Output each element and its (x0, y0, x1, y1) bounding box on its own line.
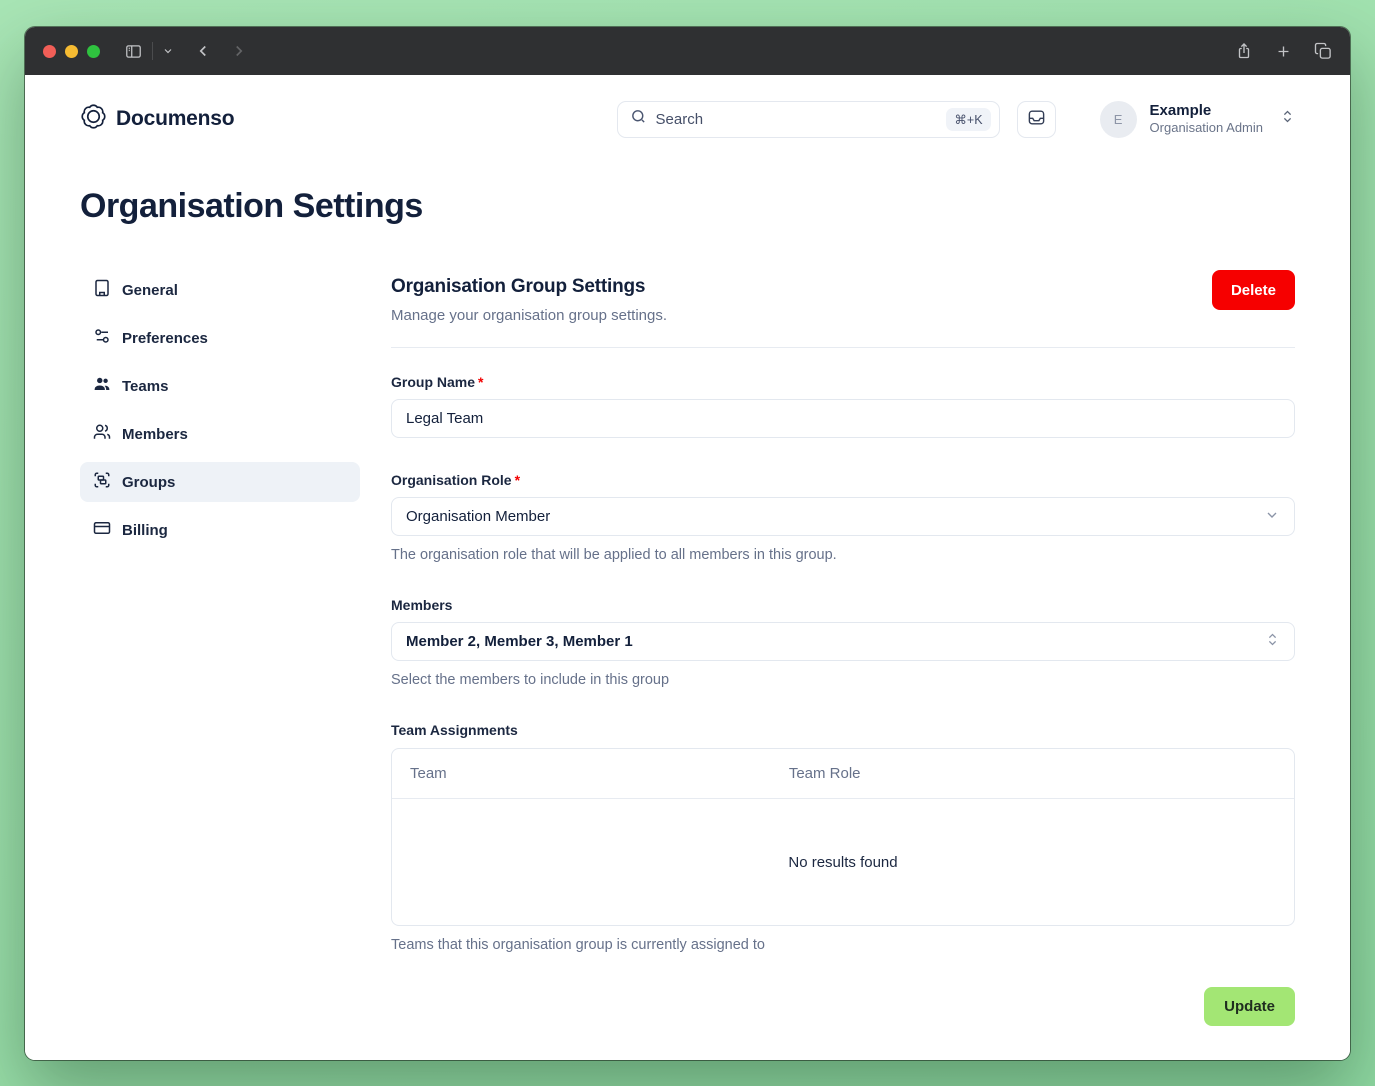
page-content: Documenso ⌘+K E Example (25, 75, 1350, 1060)
organisation-role-field: Organisation Role* Organisation Member T… (391, 472, 1295, 563)
organisation-role-value: Organisation Member (406, 508, 550, 525)
panel-subtitle: Manage your organisation group settings. (391, 307, 667, 324)
browser-window: Documenso ⌘+K E Example (25, 27, 1350, 1060)
chevrons-up-down-icon (1280, 109, 1295, 129)
update-button[interactable]: Update (1204, 987, 1295, 1026)
search-input[interactable] (656, 111, 947, 128)
group-name-field: Group Name* (391, 374, 1295, 438)
organisation-role-hint: The organisation role that will be appli… (391, 547, 1295, 563)
close-button[interactable] (43, 45, 56, 58)
sidebar-item-label: Groups (122, 474, 175, 491)
required-asterisk: * (478, 374, 483, 390)
group-name-input[interactable] (391, 399, 1295, 438)
page-title: Organisation Settings (80, 187, 1295, 226)
organisation-role-select[interactable]: Organisation Member (391, 497, 1295, 536)
sidebar-item-label: Preferences (122, 330, 208, 347)
section-divider (391, 347, 1295, 348)
inbox-button[interactable] (1017, 101, 1056, 138)
organisation-role-label: Organisation Role (391, 472, 512, 488)
credit-card-icon (93, 519, 111, 541)
chevrons-up-down-icon (1265, 632, 1280, 651)
search-icon (630, 108, 647, 130)
search-box[interactable]: ⌘+K (617, 101, 1000, 138)
chevron-down-icon (1264, 507, 1280, 527)
members-label: Members (391, 597, 452, 613)
delete-button[interactable]: Delete (1212, 270, 1295, 310)
members-multiselect[interactable]: Member 2, Member 3, Member 1 (391, 622, 1295, 661)
group-icon (93, 471, 111, 493)
sidebar-item-groups[interactable]: Groups (80, 462, 360, 502)
sidebar-item-billing[interactable]: Billing (80, 510, 360, 550)
brand-name: Documenso (116, 107, 234, 131)
members-field: Members Member 2, Member 3, Member 1 Sel… (391, 597, 1295, 688)
titlebar-separator (152, 42, 153, 60)
table-header-row: Team Team Role (392, 749, 1294, 799)
search-shortcut-badge: ⌘+K (946, 108, 990, 131)
user-menu[interactable]: E Example Organisation Admin (1100, 101, 1295, 138)
app-header: Documenso ⌘+K E Example (80, 75, 1295, 141)
required-asterisk: * (515, 472, 520, 488)
group-settings-panel: Organisation Group Settings Manage your … (391, 270, 1295, 1026)
users-outline-icon (93, 423, 111, 445)
sidebar-item-members[interactable]: Members (80, 414, 360, 454)
group-name-label: Group Name (391, 374, 475, 390)
team-assignments-label: Team Assignments (391, 722, 518, 738)
members-value: Member 2, Member 3, Member 1 (406, 633, 633, 650)
inbox-icon (1027, 108, 1046, 130)
zoom-button[interactable] (87, 45, 100, 58)
column-header-team: Team (392, 765, 771, 782)
minimize-button[interactable] (65, 45, 78, 58)
new-tab-icon[interactable] (1275, 43, 1292, 60)
traffic-lights (43, 45, 100, 58)
sliders-icon (93, 327, 111, 349)
column-header-team-role: Team Role (771, 765, 1294, 782)
chevron-down-icon[interactable] (162, 45, 174, 57)
sidebar-item-label: Members (122, 426, 188, 443)
panel-title: Organisation Group Settings (391, 270, 667, 298)
sidebar-toggle-icon[interactable] (124, 43, 143, 60)
back-icon[interactable] (194, 42, 212, 60)
documenso-badge-icon (80, 103, 107, 135)
members-hint: Select the members to include in this gr… (391, 672, 1295, 688)
settings-sidebar: General Preferences Teams (80, 270, 360, 1026)
sidebar-item-general[interactable]: General (80, 270, 360, 310)
building-icon (93, 279, 111, 301)
sidebar-item-preferences[interactable]: Preferences (80, 318, 360, 358)
team-assignments-table: Team Team Role No results found (391, 748, 1295, 926)
titlebar (25, 27, 1350, 75)
sidebar-item-label: Teams (122, 378, 168, 395)
share-icon[interactable] (1235, 42, 1253, 61)
table-empty-state: No results found (392, 799, 1294, 925)
sidebar-item-teams[interactable]: Teams (80, 366, 360, 406)
sidebar-item-label: General (122, 282, 178, 299)
user-role: Organisation Admin (1150, 120, 1263, 137)
users-filled-icon (93, 375, 111, 397)
team-assignments-hint: Teams that this organisation group is cu… (391, 937, 1295, 953)
avatar: E (1100, 101, 1137, 138)
team-assignments-field: Team Assignments Team Team Role No resul… (391, 722, 1295, 953)
avatar-initial: E (1114, 112, 1123, 127)
user-name: Example (1150, 102, 1263, 120)
forward-icon[interactable] (230, 42, 248, 60)
tab-overview-icon[interactable] (1314, 42, 1332, 60)
brand-logo[interactable]: Documenso (80, 103, 234, 135)
sidebar-item-label: Billing (122, 522, 168, 539)
